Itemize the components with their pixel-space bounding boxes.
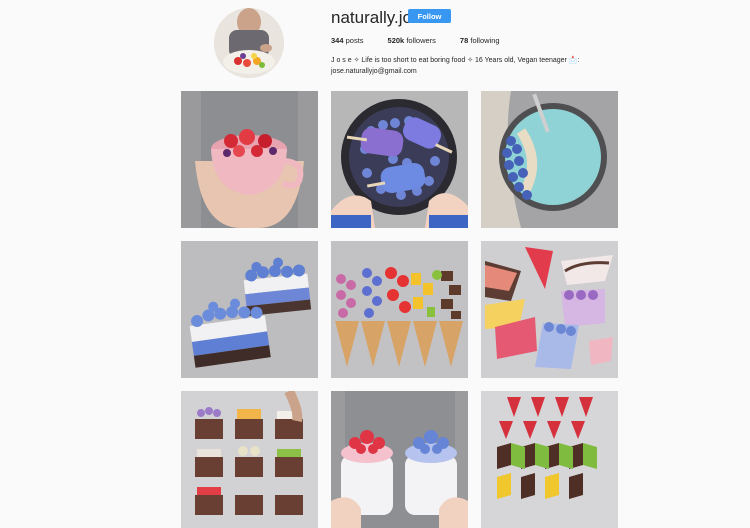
profile-bio: J o s e ✧ Life is too short to eat borin…: [331, 55, 631, 77]
profile-stats: 344 posts 520k followers 78 following: [331, 36, 524, 45]
following-label: following: [470, 36, 500, 45]
followers-stat[interactable]: 520k followers: [388, 36, 436, 45]
posts-count: 344: [331, 36, 344, 45]
profile-header: naturally.jo Follow 344 posts 520k follo…: [0, 0, 750, 90]
post-tile-strawberry-smoothie-mug[interactable]: [181, 91, 318, 228]
followers-count: 520k: [387, 36, 405, 45]
post-image: [331, 391, 468, 528]
post-tile-rainbow-fruit-cones[interactable]: [331, 241, 468, 378]
post-image: [481, 241, 618, 378]
post-tile-blueberry-cheesecake-bars[interactable]: [181, 241, 318, 378]
post-image: [331, 241, 468, 378]
post-image: [481, 91, 618, 228]
following-stat[interactable]: 78 following: [460, 36, 500, 45]
post-tile-blueberry-popsicle-bowl[interactable]: [331, 91, 468, 228]
posts-stat[interactable]: 344 posts: [331, 36, 364, 45]
post-image: [181, 91, 318, 228]
post-tile-raw-cake-slices[interactable]: [481, 241, 618, 378]
posts-label: posts: [345, 36, 364, 45]
bio-email-link[interactable]: jose.naturallyjo@gmail.com: [331, 68, 417, 75]
post-tile-brownie-squares[interactable]: [181, 391, 318, 528]
post-image: [481, 391, 618, 528]
post-tile-strawberry-blueberry-mugs[interactable]: [331, 391, 468, 528]
following-count: 78: [459, 36, 469, 45]
username: naturally.jo: [331, 8, 412, 27]
post-image: [181, 391, 318, 528]
post-tile-fruit-chocolate-rows[interactable]: [481, 391, 618, 528]
post-tile-blue-smoothie-bowl[interactable]: [481, 91, 618, 228]
follow-button[interactable]: Follow: [408, 9, 451, 23]
followers-label: followers: [406, 36, 436, 45]
avatar[interactable]: [214, 8, 284, 78]
post-image: [331, 91, 468, 228]
post-image: [181, 241, 318, 378]
bio-text: J o s e ✧ Life is too short to eat borin…: [331, 57, 580, 64]
